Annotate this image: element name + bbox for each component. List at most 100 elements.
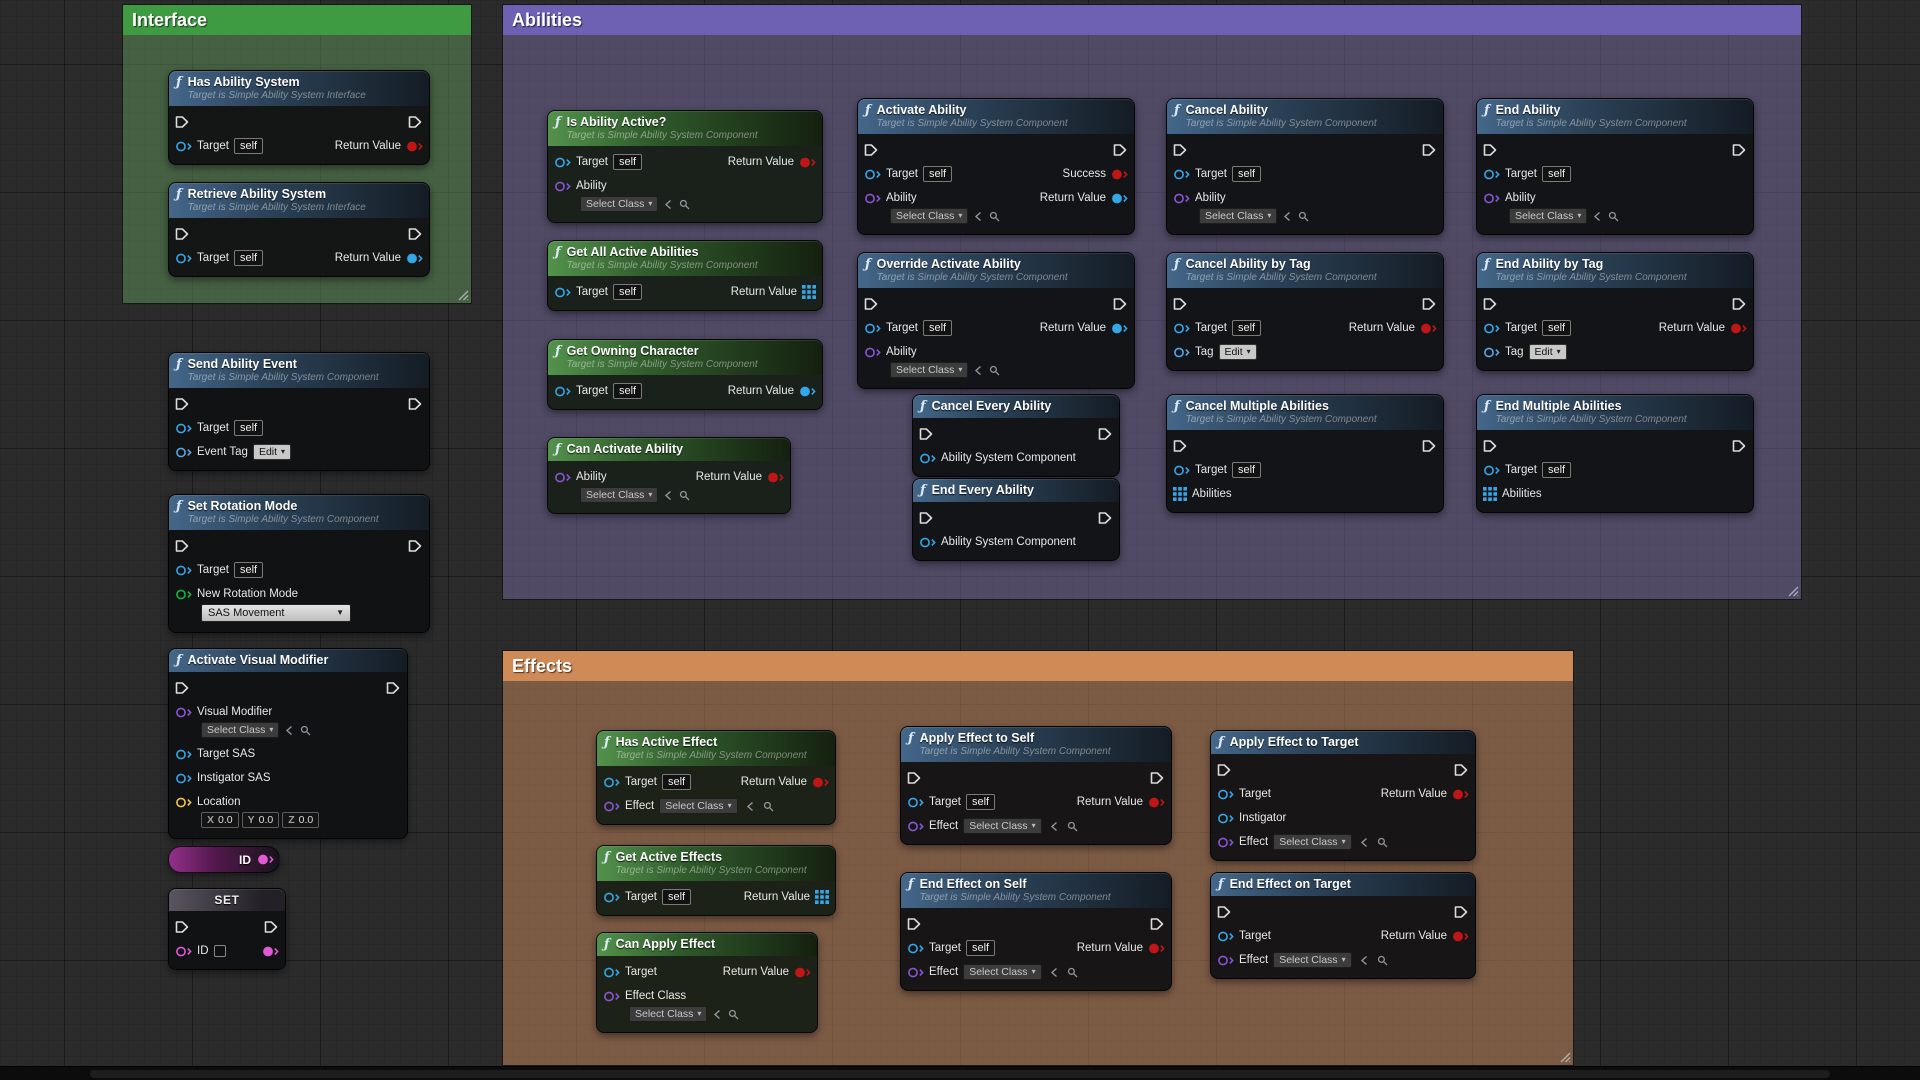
return-value-output-pin[interactable] [1111, 192, 1128, 205]
node-has-ability-system[interactable]: ƒHas Ability SystemTarget is Simple Abil… [168, 70, 430, 165]
exec-in-pin[interactable] [907, 771, 922, 785]
use-selected-asset-icon[interactable] [745, 801, 756, 812]
target-value-input[interactable]: self [966, 940, 995, 956]
browse-asset-icon[interactable] [1608, 211, 1619, 222]
node-cancel-ability[interactable]: ƒCancel AbilityTarget is Simple Ability … [1166, 98, 1444, 235]
target-input-pin[interactable] [175, 564, 192, 577]
ability-input-pin[interactable] [864, 346, 881, 359]
target-sas-input-pin[interactable] [175, 748, 192, 761]
exec-in-pin[interactable] [1173, 143, 1188, 157]
node-send-ability-event[interactable]: ƒSend Ability EventTarget is Simple Abil… [168, 352, 430, 471]
select-class-dropdown[interactable]: Select Class▾ [890, 208, 968, 224]
exec-out-pin[interactable] [408, 539, 423, 553]
select-class-dropdown[interactable]: Select Class▾ [201, 722, 279, 738]
new-rotation-mode-input-pin[interactable] [175, 588, 192, 601]
target-value-input[interactable]: self [234, 562, 263, 578]
comment-resize-handle[interactable] [1785, 583, 1799, 597]
target-input-pin[interactable] [1483, 464, 1500, 477]
ability-system-component-input-pin[interactable] [919, 536, 936, 549]
node-is-ability-active[interactable]: ƒIs Ability Active?Target is Simple Abil… [547, 110, 823, 223]
target-input-pin[interactable] [1173, 322, 1190, 335]
target-input-pin[interactable] [907, 796, 924, 809]
event-tag-input-pin[interactable] [175, 446, 192, 459]
exec-in-pin[interactable] [175, 227, 190, 241]
target-value-input[interactable]: self [1232, 462, 1261, 478]
exec-in-pin[interactable] [1483, 143, 1498, 157]
success-output-pin[interactable] [1111, 168, 1128, 181]
return-value-output-pin[interactable] [406, 252, 423, 265]
return-value-output-pin[interactable] [406, 140, 423, 153]
target-value-input[interactable]: self [1542, 320, 1571, 336]
use-selected-asset-icon[interactable] [663, 490, 674, 501]
target-value-input[interactable]: self [1542, 462, 1571, 478]
node-apply-effect-to-target[interactable]: ƒApply Effect to TargetTargetReturn Valu… [1210, 730, 1476, 861]
effect-input-pin[interactable] [1217, 954, 1234, 967]
node-get-active-effects[interactable]: ƒGet Active EffectsTarget is Simple Abil… [596, 845, 836, 916]
return-value-output-pin[interactable] [767, 471, 784, 484]
browse-asset-icon[interactable] [1298, 211, 1309, 222]
target-value-input[interactable]: self [613, 284, 642, 300]
use-selected-asset-icon[interactable] [1592, 211, 1603, 222]
target-value-input[interactable]: self [662, 889, 691, 905]
use-selected-asset-icon[interactable] [973, 211, 984, 222]
node-cancel-ability-by-tag[interactable]: ƒCancel Ability by TagTarget is Simple A… [1166, 252, 1444, 371]
return-value-output-pin[interactable] [1148, 796, 1165, 809]
target-value-input[interactable]: self [923, 166, 952, 182]
event-tag-edit-dropdown[interactable]: Edit▾ [253, 444, 291, 460]
instigator-input-pin[interactable] [1217, 812, 1234, 825]
return-value-output-pin[interactable] [1111, 322, 1128, 335]
target-input-pin[interactable] [603, 891, 620, 904]
location-z-input[interactable]: Z0.0 [282, 812, 319, 828]
exec-out-pin[interactable] [1422, 143, 1437, 157]
exec-out-pin[interactable] [1454, 763, 1469, 777]
node-cancel-every-ability[interactable]: ƒCancel Every AbilityAbility System Comp… [912, 394, 1120, 477]
browse-asset-icon[interactable] [1377, 837, 1388, 848]
return-value-output-pin[interactable] [1452, 930, 1469, 943]
exec-in-pin[interactable] [175, 920, 190, 934]
return-value-output-pin[interactable] [1148, 942, 1165, 955]
return-value-output-pin[interactable] [815, 890, 829, 904]
target-input-pin[interactable] [1217, 788, 1234, 801]
exec-out-pin[interactable] [1098, 511, 1113, 525]
location-x-input[interactable]: X0.0 [201, 812, 239, 828]
node-end-ability-by-tag[interactable]: ƒEnd Ability by TagTarget is Simple Abil… [1476, 252, 1754, 371]
target-value-input[interactable]: self [1542, 166, 1571, 182]
exec-in-pin[interactable] [1483, 439, 1498, 453]
return-value-output-pin[interactable] [802, 285, 816, 299]
ability-input-pin[interactable] [554, 180, 571, 193]
id-output-pin[interactable] [257, 853, 274, 866]
select-class-dropdown[interactable]: Select Class▾ [1199, 208, 1277, 224]
return-value-output-pin[interactable] [1730, 322, 1747, 335]
node-end-effect-on-self[interactable]: ƒEnd Effect on SelfTarget is Simple Abil… [900, 872, 1172, 991]
exec-in-pin[interactable] [175, 539, 190, 553]
use-selected-asset-icon[interactable] [712, 1009, 723, 1020]
target-input-pin[interactable] [554, 286, 571, 299]
select-class-dropdown[interactable]: Select Class▾ [963, 964, 1041, 980]
location-input-pin[interactable] [175, 796, 192, 809]
id-input-pin[interactable] [175, 945, 192, 958]
target-input-pin[interactable] [907, 942, 924, 955]
use-selected-asset-icon[interactable] [1049, 821, 1060, 832]
horizontal-scrollbar[interactable] [0, 1066, 1920, 1080]
target-input-pin[interactable] [1217, 930, 1234, 943]
target-value-input[interactable]: self [234, 250, 263, 266]
node-id-set[interactable]: SETID [168, 888, 286, 970]
target-input-pin[interactable] [1483, 168, 1500, 181]
id-output-pin[interactable] [262, 945, 279, 958]
exec-out-pin[interactable] [1422, 439, 1437, 453]
exec-out-pin[interactable] [1422, 297, 1437, 311]
comment-title-bar[interactable]: Interface [123, 5, 471, 35]
exec-in-pin[interactable] [864, 143, 879, 157]
browse-asset-icon[interactable] [1067, 821, 1078, 832]
target-input-pin[interactable] [864, 322, 881, 335]
node-retrieve-ability-system[interactable]: ƒRetrieve Ability SystemTarget is Simple… [168, 182, 430, 277]
exec-out-pin[interactable] [408, 115, 423, 129]
comment-resize-handle[interactable] [455, 287, 469, 301]
use-selected-asset-icon[interactable] [1049, 967, 1060, 978]
target-input-pin[interactable] [864, 168, 881, 181]
exec-out-pin[interactable] [1150, 917, 1165, 931]
select-class-dropdown[interactable]: Select Class▾ [580, 196, 658, 212]
effect-input-pin[interactable] [907, 966, 924, 979]
graph-canvas[interactable]: InterfaceAbilitiesEffectsƒHas Ability Sy… [0, 0, 1920, 1080]
select-class-dropdown[interactable]: Select Class▾ [1273, 834, 1351, 850]
